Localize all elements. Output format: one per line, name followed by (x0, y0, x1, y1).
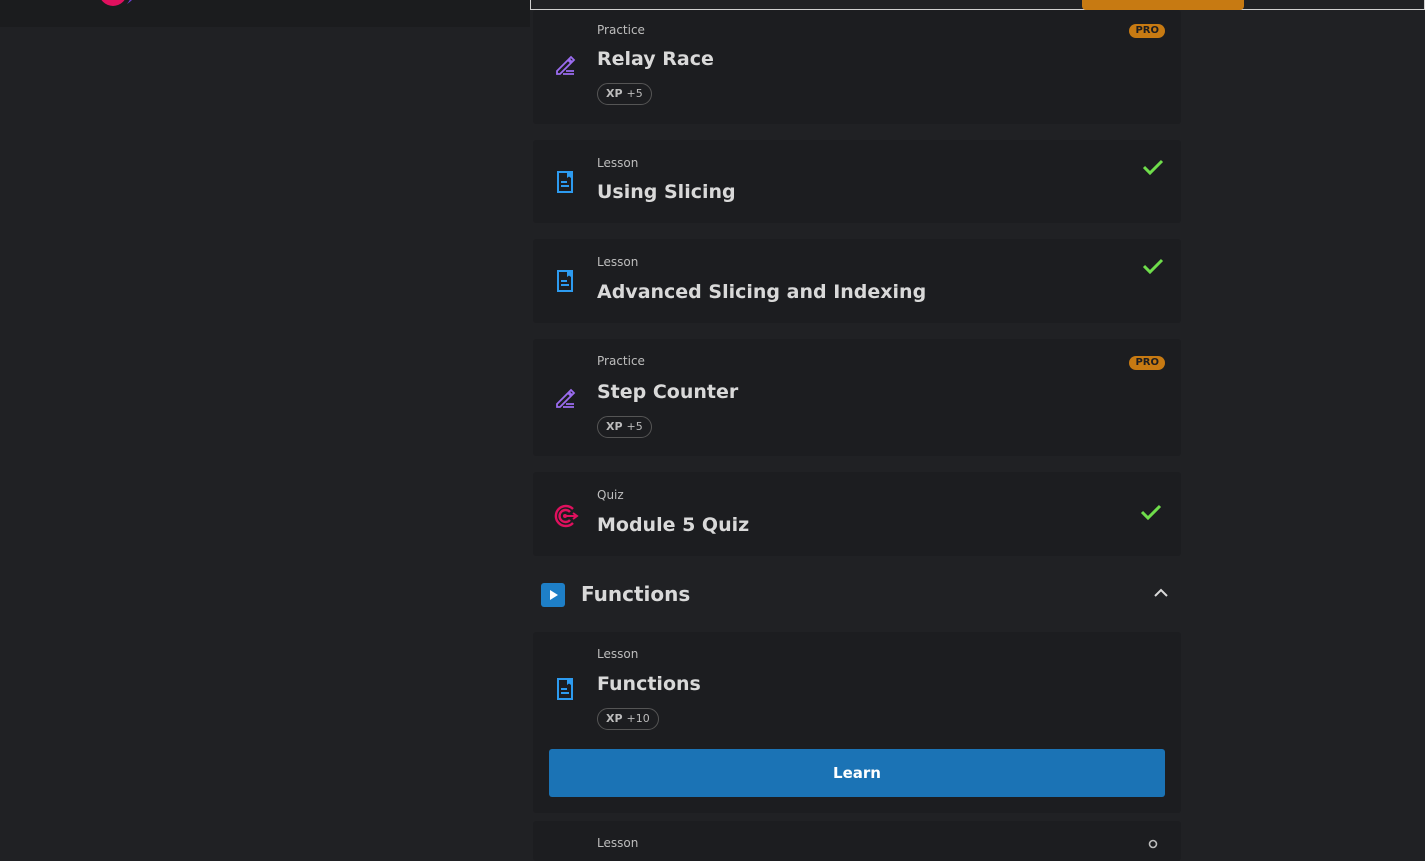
pro-badge: PRO (1129, 24, 1165, 38)
document-icon (557, 270, 573, 292)
item-title[interactable]: Using Slicing (597, 181, 736, 203)
xp-badge: XP +10 (597, 708, 659, 730)
learn-button[interactable]: Learn (549, 749, 1165, 797)
section-title: Functions (581, 582, 691, 606)
item-type: Lesson (597, 156, 639, 170)
top-panel-edge (530, 0, 1425, 10)
section-header-functions[interactable]: Functions (533, 574, 1181, 614)
practice-card-relay-race[interactable]: Practice Relay Race XP +5 PRO (533, 10, 1181, 124)
item-title[interactable]: Step Counter (597, 381, 738, 403)
document-icon (557, 678, 573, 700)
item-type: Practice (597, 23, 645, 37)
document-icon (557, 171, 573, 193)
check-icon (1142, 159, 1164, 176)
pencil-icon (556, 55, 576, 75)
lesson-card-functions[interactable]: Lesson Functions XP +10 Learn (533, 632, 1181, 813)
play-icon (541, 583, 565, 607)
lesson-card-using-slicing[interactable]: Lesson Using Slicing (533, 140, 1181, 223)
item-type: Practice (597, 354, 645, 368)
chevron-up-icon[interactable] (1153, 586, 1169, 600)
practice-card-step-counter[interactable]: Practice Step Counter XP +5 PRO (533, 339, 1181, 456)
lesson-card-next[interactable]: Lesson (533, 821, 1181, 861)
item-type: Lesson (597, 647, 639, 661)
xp-badge: XP +5 (597, 416, 652, 438)
item-title[interactable]: Functions (597, 673, 701, 695)
upgrade-button[interactable] (1082, 0, 1244, 10)
check-icon (1142, 258, 1164, 275)
quiz-card-module-5[interactable]: Quiz Module 5 Quiz (533, 472, 1181, 556)
xp-badge: XP +5 (597, 83, 652, 105)
item-type: Lesson (597, 836, 639, 850)
target-icon (554, 504, 579, 528)
pencil-icon (556, 388, 576, 408)
item-type: Lesson (597, 255, 639, 269)
item-type: Quiz (597, 488, 624, 502)
check-icon (1140, 504, 1162, 521)
lesson-card-advanced-slicing[interactable]: Lesson Advanced Slicing and Indexing (533, 239, 1181, 323)
pro-badge: PRO (1129, 356, 1165, 370)
item-title[interactable]: Relay Race (597, 48, 714, 70)
item-title[interactable]: Module 5 Quiz (597, 514, 749, 536)
top-navbar (0, 0, 530, 27)
logo-icon[interactable] (97, 0, 145, 10)
lock-icon (1148, 839, 1158, 849)
item-title[interactable]: Advanced Slicing and Indexing (597, 281, 926, 303)
